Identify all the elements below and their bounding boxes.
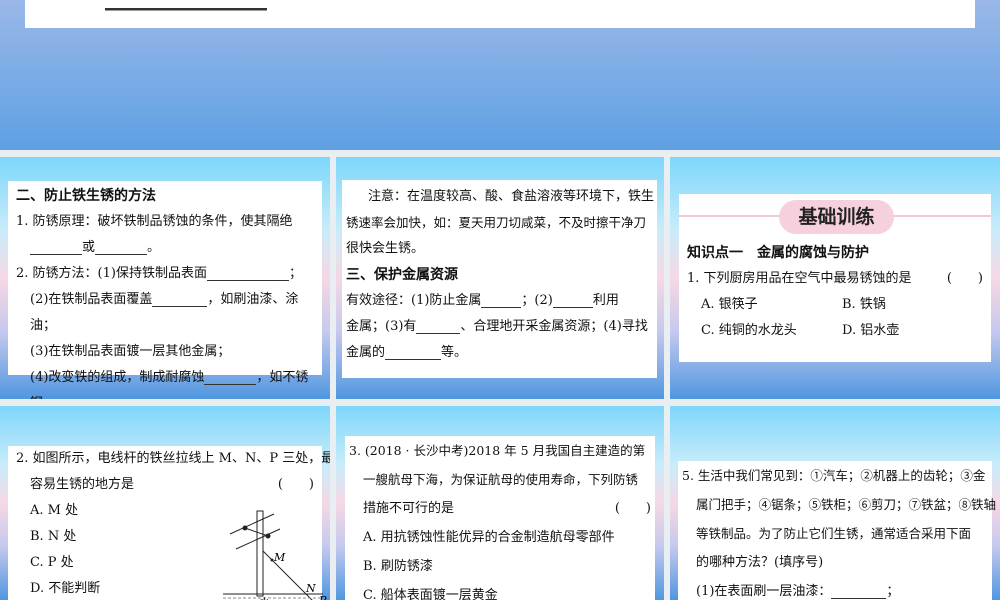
section-heading: 二、防止铁生锈的方法 <box>16 188 156 204</box>
label-p: P <box>318 594 327 600</box>
text-line: 锈速率会加快，如：夏天用刀切咸菜，不及时擦干净刀 <box>346 215 647 230</box>
text-line: 注意：在温度较高、酸、食盐溶液等环境下，铁生 <box>368 189 655 204</box>
question-line: 2. 如图所示，电线杆的铁丝拉线上 M、N、P 三处，最 <box>16 451 330 466</box>
label-water: 水 <box>260 596 269 600</box>
content-card: 5. 生活中我们常见到：①汽车；②机器上的齿轮；③金 属门把手；④锯条；⑤铁柜；… <box>678 461 997 600</box>
text-line: (4)改变铁的组成，制成耐腐蚀，如不锈钢。 <box>30 370 309 399</box>
answer-blank <box>831 585 887 599</box>
question-line: (1)在表面刷一层油漆：； <box>696 584 900 599</box>
question-line: 的哪种方法？(填序号) <box>696 555 824 570</box>
question-line: 一艘航母下海，为保证航母的使用寿命，下列防锈 <box>363 472 639 487</box>
answer-blank <box>416 320 461 334</box>
label-n: N <box>305 582 316 595</box>
question-line: 3. (2018 · 长沙中考)2018 年 5 月我国自主建造的第 <box>349 443 646 458</box>
slide-thumbnail-4[interactable]: 2. 如图所示，电线杆的铁丝拉线上 M、N、P 三处，最 容易生锈的地方是( )… <box>0 406 330 600</box>
answer-blank <box>206 267 289 281</box>
text-line: 有效途径：(1)防止金属 ；(2) 利用 <box>346 293 619 308</box>
top-card <box>25 0 975 28</box>
question-line: 等铁制品。为了防止它们生锈，通常适合采用下面 <box>696 526 972 541</box>
slide-thumbnail-3[interactable]: 基础训练 知识点一 金属的腐蚀与防护 1. 下列厨房用品在空气中最易锈蚀的是( … <box>670 157 1000 399</box>
banner-label: 基础训练 <box>779 200 894 234</box>
content-card: 3. (2018 · 长沙中考)2018 年 5 月我国自主建造的第 一艘航母下… <box>345 436 655 600</box>
content-card: 注意：在温度较高、酸、食盐溶液等环境下，铁生 锈速率会加快，如：夏天用刀切咸菜，… <box>342 180 657 378</box>
option-a: A. 银筷子 <box>701 297 758 312</box>
option-b: B. 铁锅 <box>842 297 886 312</box>
text-line: 2. 防锈方法：(1)保持铁制品表面； <box>16 266 302 281</box>
slide-thumbnail-1[interactable]: 二、防止铁生锈的方法 1. 防锈原理：破坏铁制品锈蚀的条件，使其隔绝 或。 2.… <box>0 157 330 399</box>
question-line: 措施不可行的是( ) <box>349 494 651 523</box>
question-line: 5. 生活中我们常见到：①汽车；②机器上的齿轮；③金 <box>682 468 986 483</box>
text-line: (3)在铁制品表面镀一层其他金属； <box>30 344 231 359</box>
slide-thumbnail-2[interactable]: 注意：在温度较高、酸、食盐溶液等环境下，铁生 锈速率会加快，如：夏天用刀切咸菜，… <box>336 157 664 399</box>
answer-paren: ( ) <box>277 477 314 492</box>
text-line: (2)在铁制品表面覆盖 ，如刷油漆、涂油； <box>30 292 299 333</box>
text-line: 金属；(3)有 、合理地开采金属资源；(4)寻找 <box>346 319 648 334</box>
answer-blank <box>385 346 442 360</box>
answer-blank <box>30 241 82 255</box>
options-row: C. 纯铜的水龙头 D. 铝水壶 <box>687 318 983 344</box>
option-c: C. 船体表面镀一层黄金 <box>363 588 498 600</box>
section-heading: 三、保护金属资源 <box>346 267 458 283</box>
utility-pole-figure: M N P 水 <box>223 510 327 600</box>
answer-paren: ( ) <box>614 501 651 516</box>
answer-blank <box>552 294 593 308</box>
option-d: D. 铝水壶 <box>842 323 900 338</box>
question-line: 属门把手；④锯条；⑤铁柜；⑥剪刀；⑦铁盆；⑧铁轴 <box>696 497 997 512</box>
content-card: 二、防止铁生锈的方法 1. 防锈原理：破坏铁制品锈蚀的条件，使其隔绝 或。 2.… <box>8 181 322 399</box>
text-line: 很快会生锈。 <box>346 241 425 256</box>
text-line: 1. 防锈原理：破坏铁制品锈蚀的条件，使其隔绝 <box>16 214 293 229</box>
top-slide <box>0 0 1000 150</box>
answer-blank <box>204 371 257 385</box>
question: 1. 下列厨房用品在空气中最易锈蚀的是( ) <box>687 266 983 292</box>
question-line: 容易生锈的地方是( ) <box>16 472 314 498</box>
option-b: B. 刷防锈漆 <box>363 559 433 574</box>
text-line: 或。 <box>16 235 314 261</box>
text-segment: 金属的 <box>346 345 386 360</box>
content-card: 基础训练 知识点一 金属的腐蚀与防护 1. 下列厨房用品在空气中最易锈蚀的是( … <box>679 194 991 362</box>
options-row: A. 银筷子 B. 铁锅 <box>687 292 983 318</box>
knowledge-point-heading: 知识点一 金属的腐蚀与防护 <box>687 245 869 261</box>
answer-blank <box>152 293 208 307</box>
option-c: C. 纯铜的水龙头 <box>701 323 797 338</box>
section-banner: 基础训练 <box>679 198 991 234</box>
answer-paren: ( ) <box>946 271 983 286</box>
content-card: 2. 如图所示，电线杆的铁丝拉线上 M、N、P 三处，最 容易生锈的地方是( )… <box>8 446 330 600</box>
slide-thumbnail-5[interactable]: 3. (2018 · 长沙中考)2018 年 5 月我国自主建造的第 一艘航母下… <box>336 406 664 600</box>
option-a: A. 用抗锈蚀性能优异的合金制造航母零部件 <box>363 530 615 545</box>
title-underline <box>105 8 267 11</box>
text-line: 金属的 等。 <box>346 345 468 360</box>
slide-thumbnail-6[interactable]: 5. 生活中我们常见到：①汽车；②机器上的齿轮；③金 属门把手；④锯条；⑤铁柜；… <box>670 406 1000 600</box>
answer-blank <box>95 241 148 255</box>
answer-blank <box>481 294 522 308</box>
label-m: M <box>273 551 286 564</box>
